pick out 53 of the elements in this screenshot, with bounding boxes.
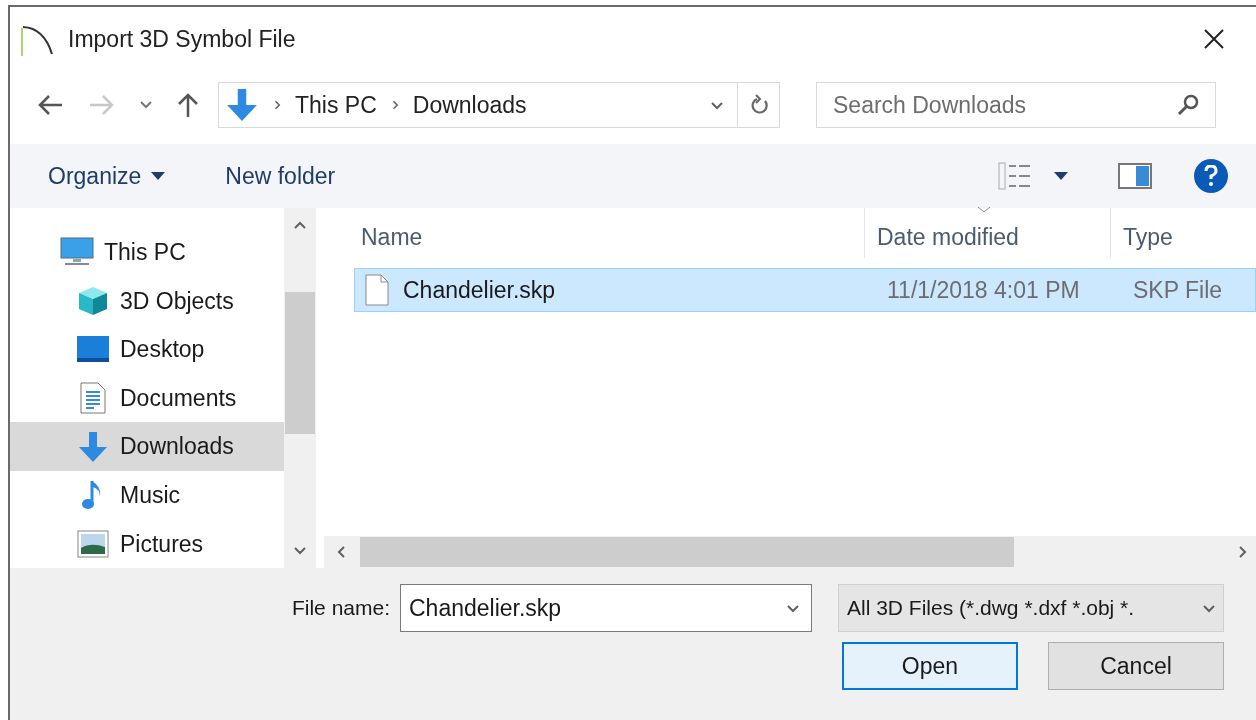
download-arrow-icon <box>225 88 259 122</box>
preview-pane-button[interactable] <box>1118 162 1152 190</box>
details-view-icon <box>998 162 1032 190</box>
dialog-button[interactable]: Open <box>842 642 1018 690</box>
download-arrow-icon <box>77 430 109 463</box>
address-bar[interactable]: This PC Downloads <box>218 82 780 128</box>
chevron-icon <box>139 100 153 110</box>
file-row[interactable]: Chandelier.skp 11/1/2018 4:01 PM SKP File <box>354 268 1256 312</box>
file-type-dropdown[interactable]: All 3D Files (*.dwg *.dxf *.obj *. <box>838 584 1224 632</box>
forward-arrow-icon <box>88 93 116 117</box>
sidebar-item[interactable]: This PC <box>10 228 284 277</box>
close-icon <box>1202 27 1226 51</box>
breadcrumb-item[interactable]: This PC <box>295 87 377 123</box>
monitor-icon <box>60 237 94 268</box>
desktop-icon <box>77 336 109 363</box>
file-icon <box>365 274 389 306</box>
file-date: 11/1/2018 4:01 PM <box>887 275 1081 305</box>
search-field[interactable]: Search Downloads <box>816 82 1216 128</box>
file-type: SKP File <box>1133 275 1223 305</box>
sidebar-item[interactable]: Pictures <box>10 519 284 569</box>
breadcrumb-item[interactable]: Downloads <box>412 87 527 123</box>
organize-button[interactable]: Organize <box>48 158 166 194</box>
column-header[interactable]: Type <box>1110 208 1256 258</box>
window-title: Import 3D Symbol File <box>68 24 296 54</box>
scrollbar-thumb[interactable] <box>285 292 315 434</box>
cube-icon <box>77 284 109 317</box>
vertical-scrollbar[interactable] <box>284 208 316 568</box>
file-name: Chandelier.skp <box>403 275 557 305</box>
scrollbar-thumb[interactable] <box>360 537 1014 567</box>
sidebar-item[interactable]: 3D Objects <box>10 276 284 326</box>
question-mark-icon <box>1204 165 1218 187</box>
sidebar-item[interactable]: Desktop <box>10 325 284 374</box>
file-name-label: File name: <box>291 595 390 622</box>
sort-chevron-icon <box>977 206 991 214</box>
sidebar-item[interactable]: Documents <box>10 373 284 423</box>
new-folder-button[interactable]: New folder <box>225 158 336 194</box>
up-arrow-icon <box>176 91 200 119</box>
column-header[interactable]: Name <box>324 208 864 258</box>
sidebar-item[interactable]: Downloads <box>10 422 284 471</box>
sidebar-item[interactable]: Music <box>10 470 284 520</box>
help-button[interactable] <box>1194 159 1228 193</box>
caret-icon <box>151 172 166 180</box>
dialog-button[interactable]: Cancel <box>1048 642 1224 690</box>
back-arrow-icon <box>36 93 64 117</box>
search-icon <box>1177 94 1199 116</box>
column-header[interactable]: Date modified <box>864 208 1110 258</box>
document-icon <box>80 382 106 414</box>
picture-icon <box>77 529 109 558</box>
horizontal-scrollbar[interactable] <box>324 536 1256 568</box>
file-name-field[interactable]: Chandelier.skp <box>400 584 812 632</box>
view-options-button[interactable] <box>998 162 1068 190</box>
caret-icon <box>1054 172 1068 180</box>
pane-icon <box>1118 163 1152 189</box>
